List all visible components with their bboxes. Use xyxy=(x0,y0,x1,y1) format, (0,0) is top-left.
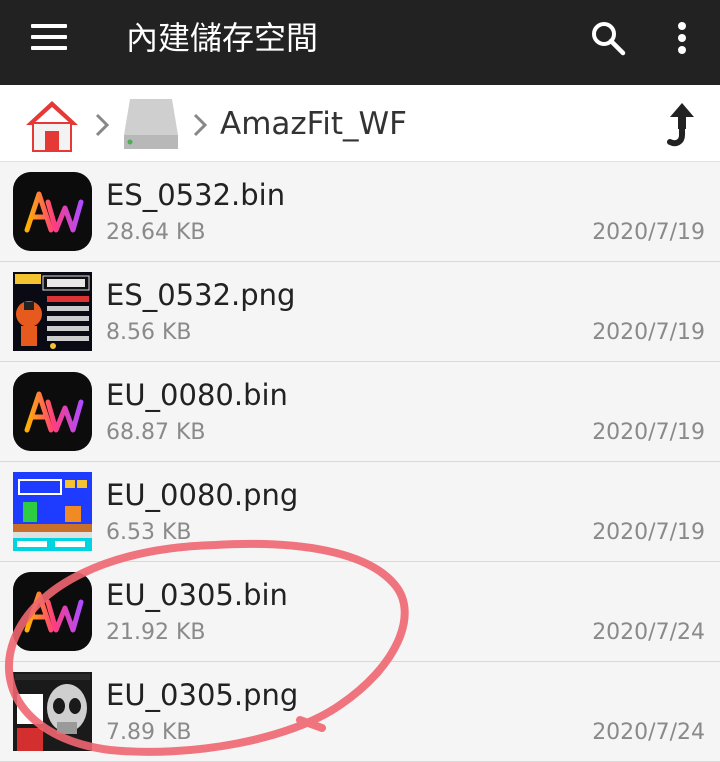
dragonball-watchface-thumbnail xyxy=(13,272,92,351)
current-folder-crumb[interactable]: AmazFit_WF xyxy=(220,102,407,146)
file-name: EU_0305.png xyxy=(106,678,299,712)
file-size: 7.89 KB xyxy=(106,720,192,745)
navigate-up-icon[interactable] xyxy=(660,101,698,147)
amazfit-logo-icon xyxy=(13,172,92,251)
chevron-right-icon xyxy=(95,113,110,137)
skull-watchface-thumbnail xyxy=(13,672,92,751)
app-title: 內建儲存空間 xyxy=(126,19,319,57)
app-bar: 內建儲存空間 xyxy=(0,0,720,85)
file-row[interactable]: EU_0305.bin 21.92 KB 2020/7/24 xyxy=(0,562,720,662)
file-name: EU_0080.png xyxy=(106,478,299,512)
file-date: 2020/7/19 xyxy=(592,320,705,345)
search-icon[interactable] xyxy=(588,18,628,58)
file-name: ES_0532.png xyxy=(106,278,296,312)
file-row[interactable]: EU_0080.png 6.53 KB 2020/7/19 xyxy=(0,462,720,562)
file-date: 2020/7/24 xyxy=(592,720,705,745)
file-list: ES_0532.bin 28.64 KB 2020/7/19 ES_0532.p xyxy=(0,162,720,762)
more-vertical-icon[interactable] xyxy=(670,18,694,58)
file-size: 6.53 KB xyxy=(106,520,192,545)
file-row[interactable]: EU_0305.png 7.89 KB 2020/7/24 xyxy=(0,662,720,762)
file-name: ES_0532.bin xyxy=(106,178,286,212)
file-name: EU_0305.bin xyxy=(106,578,288,612)
file-row[interactable]: ES_0532.png 8.56 KB 2020/7/19 xyxy=(0,262,720,362)
file-size: 68.87 KB xyxy=(106,420,206,445)
mario-watchface-thumbnail xyxy=(13,472,92,551)
file-name: EU_0080.bin xyxy=(106,378,288,412)
file-size: 28.64 KB xyxy=(106,220,206,245)
file-row[interactable]: ES_0532.bin 28.64 KB 2020/7/19 xyxy=(0,162,720,262)
hamburger-menu-icon[interactable] xyxy=(31,24,67,54)
amazfit-logo-icon xyxy=(13,372,92,451)
file-size: 8.56 KB xyxy=(106,320,192,345)
file-date: 2020/7/19 xyxy=(592,520,705,545)
file-size: 21.92 KB xyxy=(106,620,206,645)
chevron-right-icon xyxy=(193,113,208,137)
internal-storage-icon[interactable] xyxy=(122,95,180,153)
file-row[interactable]: EU_0080.bin 68.87 KB 2020/7/19 xyxy=(0,362,720,462)
amazfit-logo-icon xyxy=(13,572,92,651)
home-icon[interactable] xyxy=(24,97,80,153)
file-date: 2020/7/19 xyxy=(592,220,705,245)
breadcrumb: AmazFit_WF xyxy=(0,85,720,162)
file-date: 2020/7/24 xyxy=(592,620,705,645)
file-date: 2020/7/19 xyxy=(592,420,705,445)
